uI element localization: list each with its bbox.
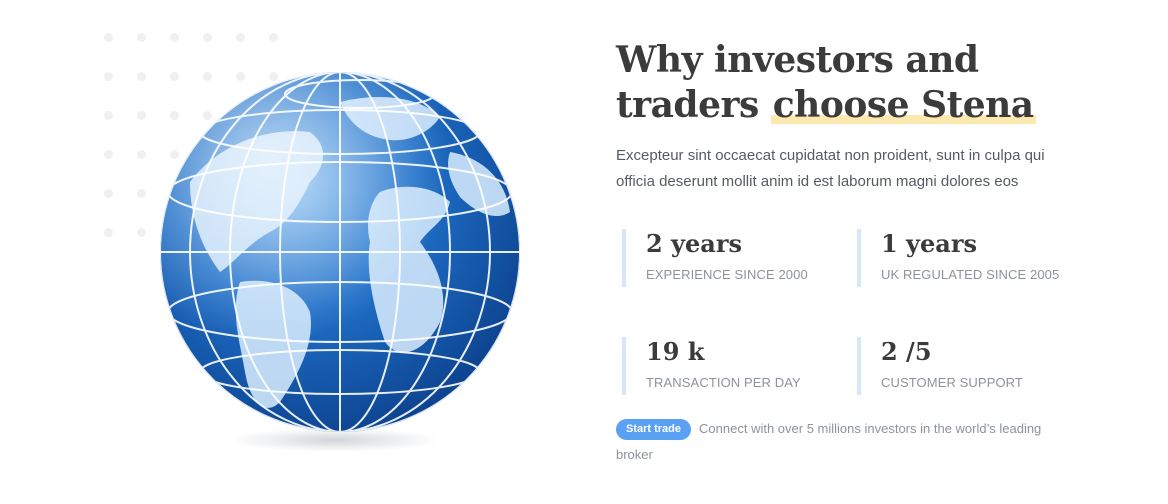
stat-support: 2 /5 CUSTOMER SUPPORT: [857, 337, 1101, 395]
stat-label: EXPERIENCE SINCE 2000: [646, 267, 808, 282]
stat-label: CUSTOMER SUPPORT: [881, 375, 1023, 390]
headline-line2-prefix: traders: [616, 84, 771, 126]
page-title: Why investors and traders choose Stena: [616, 38, 1036, 128]
cta-block: Start trade Connect with over 5 millions …: [616, 416, 1066, 468]
stat-value: 2 years: [646, 229, 742, 258]
lead-paragraph: Excepteur sint occaecat cupidatat non pr…: [616, 147, 1045, 190]
stat-value: 1 years: [881, 229, 977, 258]
stat-regulated: 1 years UK REGULATED SINCE 2005: [857, 229, 1101, 287]
globe-illustration: [150, 72, 530, 462]
stat-transactions: 19 k TRANSACTION PER DAY: [622, 337, 866, 395]
start-trade-button[interactable]: Start trade: [616, 419, 692, 440]
stat-value: 19 k: [646, 337, 705, 366]
stat-value: 2 /5: [881, 337, 932, 366]
stat-label: TRANSACTION PER DAY: [646, 375, 801, 390]
headline-line1: Why investors and: [616, 39, 979, 81]
headline-highlight: choose Stena: [770, 84, 1036, 126]
stat-label: UK REGULATED SINCE 2005: [881, 267, 1060, 282]
stat-experience: 2 years EXPERIENCE SINCE 2000: [622, 229, 866, 287]
